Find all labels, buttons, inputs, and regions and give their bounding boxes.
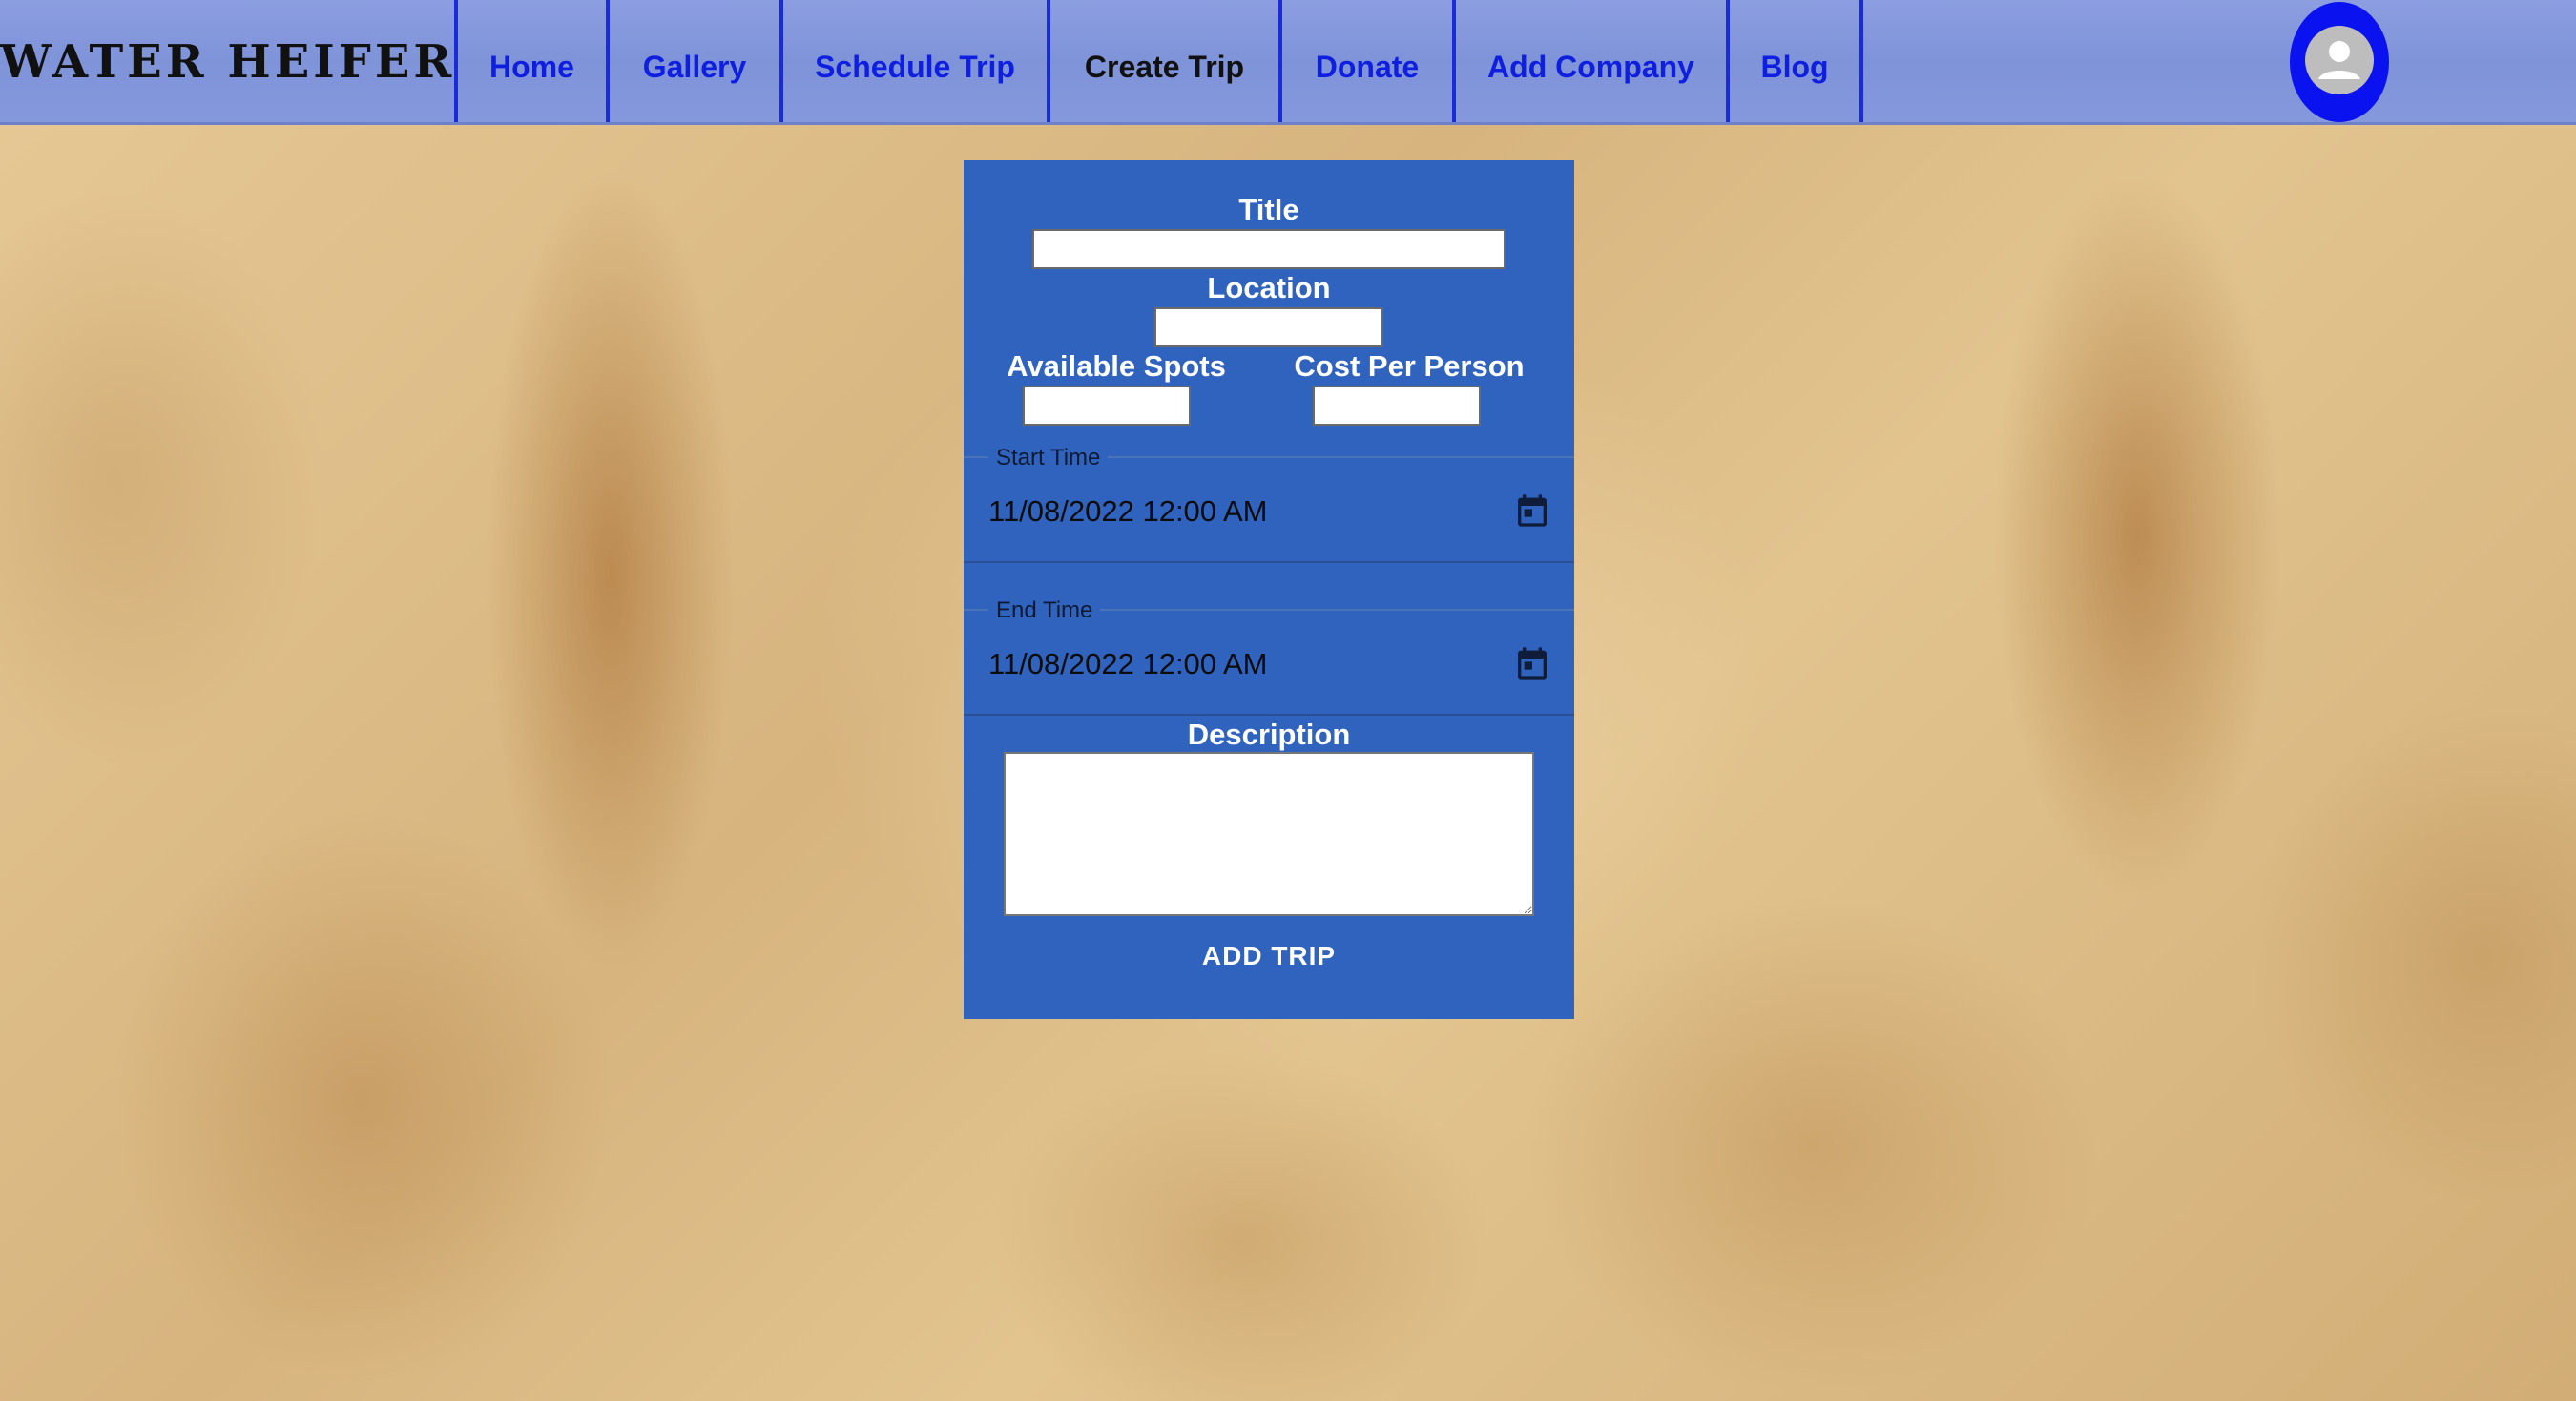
cost-per-person-label: Cost Per Person bbox=[1294, 349, 1525, 383]
end-time-value: 11/08/2022 12:00 AM bbox=[988, 647, 1268, 680]
title-input[interactable] bbox=[1032, 229, 1506, 269]
nav-divider bbox=[1859, 0, 1863, 122]
description-label: Description bbox=[1187, 718, 1351, 751]
brand-logo[interactable]: Water Heifer bbox=[0, 29, 455, 95]
nav-create-trip[interactable]: Create Trip bbox=[1050, 0, 1278, 122]
calendar-icon[interactable] bbox=[1513, 643, 1551, 683]
title-label: Title bbox=[1238, 193, 1299, 226]
profile-avatar-button[interactable] bbox=[2290, 2, 2389, 122]
available-spots-input[interactable] bbox=[1023, 386, 1191, 426]
start-time-field[interactable]: Start Time 11/08/2022 12:00 AM bbox=[964, 445, 1574, 563]
nav-gallery[interactable]: Gallery bbox=[610, 0, 779, 122]
description-textarea[interactable] bbox=[1004, 752, 1534, 916]
nav-donate[interactable]: Donate bbox=[1282, 0, 1452, 122]
start-time-value: 11/08/2022 12:00 AM bbox=[988, 494, 1268, 528]
add-trip-button[interactable]: ADD TRIP bbox=[1174, 930, 1364, 983]
location-label: Location bbox=[1207, 271, 1331, 304]
nav-blog[interactable]: Blog bbox=[1730, 0, 1859, 122]
location-input[interactable] bbox=[1154, 307, 1383, 347]
calendar-icon[interactable] bbox=[1513, 491, 1551, 531]
nav-home[interactable]: Home bbox=[458, 0, 606, 122]
nav-schedule-trip[interactable]: Schedule Trip bbox=[783, 0, 1047, 122]
end-time-legend: End Time bbox=[988, 597, 1101, 624]
create-trip-form: Title Location Available Spots Cost Per … bbox=[964, 160, 1574, 1019]
available-spots-label: Available Spots bbox=[1007, 349, 1226, 383]
top-navbar: Water Heifer Home Gallery Schedule Trip … bbox=[0, 0, 2576, 125]
nav-add-company[interactable]: Add Company bbox=[1456, 0, 1726, 122]
account-circle-icon bbox=[2305, 26, 2374, 94]
end-time-field[interactable]: End Time 11/08/2022 12:00 AM bbox=[964, 597, 1574, 716]
cost-per-person-input[interactable] bbox=[1313, 386, 1481, 426]
start-time-legend: Start Time bbox=[988, 445, 1109, 471]
